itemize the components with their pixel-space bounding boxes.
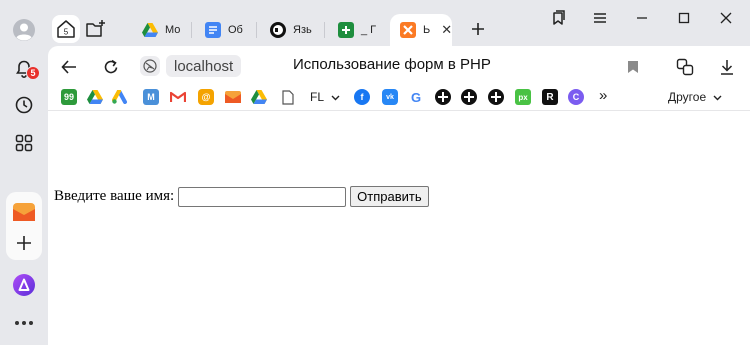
plus-icon: [472, 23, 484, 35]
px-icon[interactable]: px: [515, 89, 531, 105]
browser-panel: localhost Использование форм в PHP 99 M …: [48, 46, 750, 345]
tab-label: Об: [228, 24, 243, 36]
tab-strip: 5 Мо Об Язь _ Г Ь ✕: [48, 0, 750, 46]
tab-3[interactable]: Язь: [260, 14, 320, 46]
submit-button[interactable]: Отправить: [350, 186, 429, 207]
tab-label: Язь: [293, 24, 312, 36]
reload-icon: [104, 59, 118, 74]
tab-1[interactable]: Мо: [132, 14, 188, 46]
more-dots-icon: [15, 321, 33, 325]
google-ads-icon[interactable]: [112, 89, 128, 105]
left-sidebar: 5: [0, 0, 48, 345]
gmail-icon[interactable]: [170, 89, 186, 105]
translate-button[interactable]: [672, 54, 698, 80]
history-button[interactable]: [9, 90, 39, 120]
reload-button[interactable]: [98, 54, 124, 80]
google-icon[interactable]: G: [408, 89, 424, 105]
home-tab-button[interactable]: 5: [52, 15, 80, 43]
yandex-mail-icon[interactable]: [225, 89, 241, 105]
maximize-button[interactable]: [670, 6, 698, 30]
folder-plus-icon: [86, 20, 105, 37]
bookmark-icon: [628, 61, 638, 73]
notification-badge: 5: [26, 66, 40, 80]
back-button[interactable]: [56, 54, 82, 80]
profile-avatar[interactable]: [9, 15, 39, 45]
site-info-button[interactable]: [140, 56, 160, 76]
globe-icon: [143, 59, 157, 73]
translate-icon: [676, 58, 694, 76]
google-drive-icon: [142, 22, 158, 38]
tab-5-active[interactable]: Ь ✕: [390, 14, 452, 46]
99-icon[interactable]: 99: [61, 89, 77, 105]
alice-button[interactable]: [9, 270, 39, 300]
tab-4[interactable]: _ Г: [328, 14, 386, 46]
chevron-down-icon: [331, 95, 340, 101]
facebook-icon[interactable]: f: [354, 89, 370, 105]
plus-icon: [17, 236, 31, 250]
mail-ru-icon[interactable]: @: [198, 89, 214, 105]
home-icon: 5: [57, 20, 75, 38]
name-label: Введите ваше имя:: [54, 188, 175, 204]
new-group-button[interactable]: [82, 15, 110, 43]
c-icon[interactable]: C: [568, 89, 584, 105]
navigation-bar: localhost Использование форм в PHP: [48, 46, 750, 86]
page-title: Использование форм в PHP: [293, 56, 491, 73]
tab-2[interactable]: Об: [195, 14, 253, 46]
moysklad-icon[interactable]: M: [143, 89, 159, 105]
more-button[interactable]: [9, 308, 39, 338]
svg-text:5: 5: [64, 28, 69, 37]
google-docs-icon: [205, 22, 221, 38]
google-drive-icon-2[interactable]: [251, 89, 267, 105]
dark-circle-icon-3[interactable]: [488, 89, 504, 105]
file-icon[interactable]: [280, 89, 296, 105]
google-drive-icon[interactable]: [87, 89, 103, 105]
new-tab-button[interactable]: [465, 16, 491, 42]
downloads-button[interactable]: [714, 54, 740, 80]
xampp-icon: [400, 22, 416, 38]
name-input[interactable]: [178, 186, 347, 207]
php-logo-icon: [270, 22, 286, 38]
url-text: localhost: [174, 57, 234, 75]
minimize-button[interactable]: [628, 6, 656, 30]
other-bookmarks-button[interactable]: Другое: [668, 90, 722, 104]
minimize-icon: [637, 17, 647, 19]
bookmarks-divider: [48, 110, 750, 111]
hamburger-icon: [594, 13, 606, 23]
dark-circle-icon-2[interactable]: [461, 89, 477, 105]
close-icon: [720, 12, 732, 24]
vk-icon[interactable]: vk: [382, 89, 398, 105]
name-form: Введите ваше имя: Отправить: [54, 186, 429, 207]
services-button[interactable]: [9, 128, 39, 158]
download-icon: [721, 60, 733, 75]
r-icon[interactable]: R: [542, 89, 558, 105]
tab-close-icon[interactable]: ✕: [441, 22, 452, 38]
bookmark-stack-icon: [553, 10, 565, 25]
bookmark-button[interactable]: [620, 54, 646, 80]
tab-label: _ Г: [361, 24, 377, 36]
mail-icon: [13, 203, 35, 221]
menu-button[interactable]: [586, 6, 614, 30]
bookmarks-bar: 99 M @ FL f vk G px R C » Другое: [48, 86, 750, 110]
tab-label: Ь: [423, 24, 431, 36]
arrow-left-icon: [61, 60, 76, 74]
grid-icon: [15, 134, 33, 152]
alice-icon: [13, 274, 35, 296]
maximize-icon: [678, 12, 690, 24]
tab-manager-button[interactable]: [544, 6, 572, 30]
google-sheets-icon: [338, 22, 354, 38]
more-bookmarks-button[interactable]: »: [599, 87, 607, 104]
notifications-button[interactable]: 5: [9, 54, 40, 84]
clock-icon: [15, 96, 33, 114]
tab-label: Мо: [165, 24, 181, 36]
close-window-button[interactable]: [712, 6, 740, 30]
address-bar[interactable]: localhost: [166, 55, 242, 77]
bookmark-folder-fl[interactable]: FL: [310, 90, 340, 104]
mail-button[interactable]: [9, 197, 39, 227]
dark-circle-icon-1[interactable]: [435, 89, 451, 105]
avatar-icon: [13, 19, 35, 41]
chevron-down-icon: [713, 95, 722, 101]
add-button[interactable]: [9, 228, 39, 258]
